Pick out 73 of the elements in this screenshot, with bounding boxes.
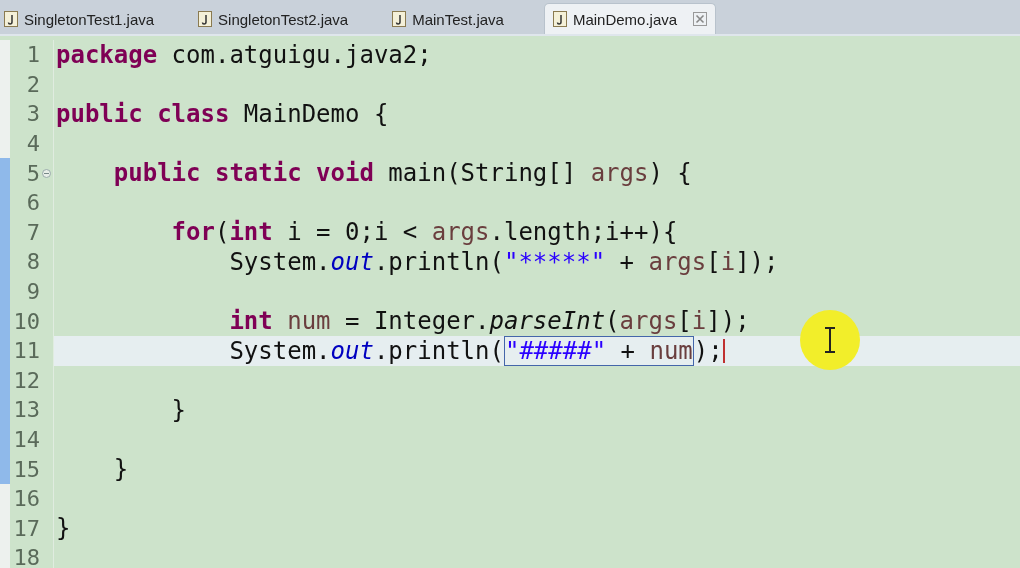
java-file-icon: [198, 11, 213, 27]
line-number: 1: [25, 42, 40, 68]
code-text: ]);: [735, 247, 779, 276]
code-text: ) {: [648, 159, 692, 188]
java-file-icon: [392, 11, 407, 27]
pointer-highlight-icon: [800, 310, 860, 370]
line-number: 7: [25, 219, 40, 245]
editor-tab[interactable]: SingletonTest1.java: [0, 4, 195, 34]
code-text: .length;i++){: [489, 218, 678, 247]
code-text: ]);: [706, 307, 750, 336]
code-text: [: [677, 307, 692, 336]
line-number: 16: [12, 486, 40, 512]
code-text: );: [693, 336, 723, 365]
line-number: 8: [25, 249, 40, 275]
code-text: = Integer.: [345, 307, 490, 336]
linked-selection: "#####" + num: [503, 335, 694, 366]
code-text: i = 0;i <: [287, 218, 418, 247]
editor-tab[interactable]: MainDemo.java: [543, 3, 717, 34]
code-text: System.: [229, 336, 331, 365]
java-file-icon: [4, 11, 18, 27]
variable-name: i: [720, 247, 736, 276]
code-text: .println(: [373, 336, 504, 365]
code-text: main(String[]: [388, 159, 577, 188]
code-text: MainDemo {: [243, 100, 389, 128]
code-text: }: [113, 455, 129, 484]
keyword: class: [157, 100, 230, 128]
line-number: 3: [25, 101, 40, 127]
code-text: }: [56, 514, 71, 543]
method-name: parseInt: [489, 307, 606, 336]
keyword: for: [171, 218, 215, 247]
line-number: 10: [12, 308, 40, 334]
close-icon[interactable]: [693, 12, 708, 26]
line-number: 15: [12, 456, 40, 482]
line-number: 9: [25, 279, 40, 305]
keyword: package: [56, 40, 158, 69]
keyword: int: [229, 307, 273, 336]
line-number: 17: [12, 515, 40, 541]
variable-name: args: [648, 247, 707, 276]
variable-name: args: [431, 218, 490, 247]
editor-tab[interactable]: MainTest.java: [388, 4, 544, 34]
variable-name: args: [590, 159, 649, 188]
fold-icon[interactable]: [42, 168, 51, 178]
keyword: public: [113, 159, 201, 188]
line-number: 18: [12, 545, 40, 568]
line-number: 14: [12, 427, 40, 452]
variable-name: num: [287, 307, 331, 336]
line-number: 4: [25, 131, 40, 157]
field-name: out: [330, 247, 374, 276]
editor-tab[interactable]: SingletonTest2.java: [194, 4, 389, 34]
line-number: 5: [25, 160, 40, 186]
code-text: +: [619, 247, 634, 276]
code-text: .println(: [373, 247, 504, 276]
string-literal: "*****": [503, 247, 606, 276]
line-number: 11: [12, 338, 40, 364]
text-caret: [722, 338, 725, 363]
keyword: void: [316, 159, 374, 188]
code-text: com.atguigu.java2;: [171, 40, 432, 69]
code-text: System.: [229, 247, 331, 276]
code-text: (: [214, 218, 230, 247]
code-text: [: [706, 247, 721, 276]
line-number: 6: [25, 190, 40, 216]
keyword: public: [56, 100, 143, 128]
variable-name: args: [619, 307, 678, 336]
java-file-icon: [552, 11, 567, 27]
code-text: }: [171, 395, 187, 424]
code-text: (: [605, 307, 620, 336]
line-number: 12: [12, 367, 40, 393]
line-number: 2: [25, 71, 40, 97]
variable-name: i: [691, 307, 707, 336]
keyword: int: [229, 218, 273, 247]
field-name: out: [330, 336, 374, 365]
keyword: static: [214, 159, 302, 188]
line-number: 13: [12, 397, 40, 423]
